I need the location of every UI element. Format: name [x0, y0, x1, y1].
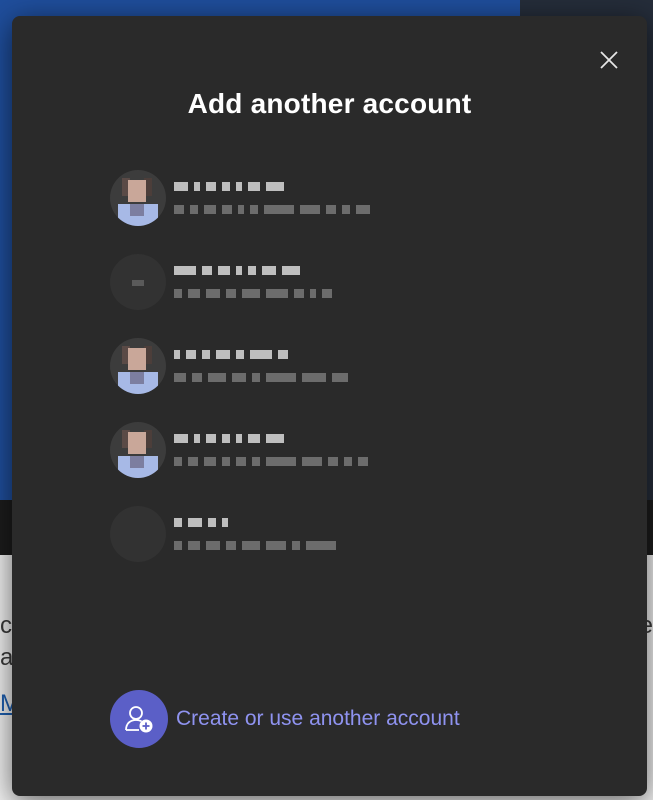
add-person-icon: [110, 690, 168, 748]
add-account-dialog: Add another account Create or use anothe…: [12, 16, 647, 796]
avatar: [110, 506, 166, 562]
dialog-title: Add another account: [187, 88, 472, 119]
close-icon: [600, 51, 618, 69]
account-email-redacted: [174, 541, 336, 550]
avatar: [110, 338, 166, 394]
account-item[interactable]: [110, 492, 530, 576]
create-account-label: Create or use another account: [176, 707, 460, 730]
account-redacted-info: [174, 518, 336, 550]
account-item[interactable]: [110, 240, 530, 324]
account-email-redacted: [174, 289, 332, 298]
account-name-redacted: [174, 518, 336, 527]
account-name-redacted: [174, 182, 370, 191]
close-button[interactable]: [593, 44, 625, 76]
account-name-redacted: [174, 350, 348, 359]
account-redacted-info: [174, 182, 370, 214]
account-name-redacted: [174, 434, 368, 443]
account-email-redacted: [174, 457, 368, 466]
account-email-redacted: [174, 373, 348, 382]
account-redacted-info: [174, 350, 348, 382]
account-list: [110, 156, 530, 576]
background-text-fragment: c: [0, 612, 12, 639]
avatar: [110, 254, 166, 310]
account-item[interactable]: [110, 324, 530, 408]
avatar: [110, 422, 166, 478]
account-name-redacted: [174, 266, 332, 275]
create-account-button[interactable]: Create or use another account: [110, 690, 460, 748]
account-item[interactable]: [110, 156, 530, 240]
avatar: [110, 170, 166, 226]
account-email-redacted: [174, 205, 370, 214]
account-item[interactable]: [110, 408, 530, 492]
account-redacted-info: [174, 434, 368, 466]
account-redacted-info: [174, 266, 332, 298]
